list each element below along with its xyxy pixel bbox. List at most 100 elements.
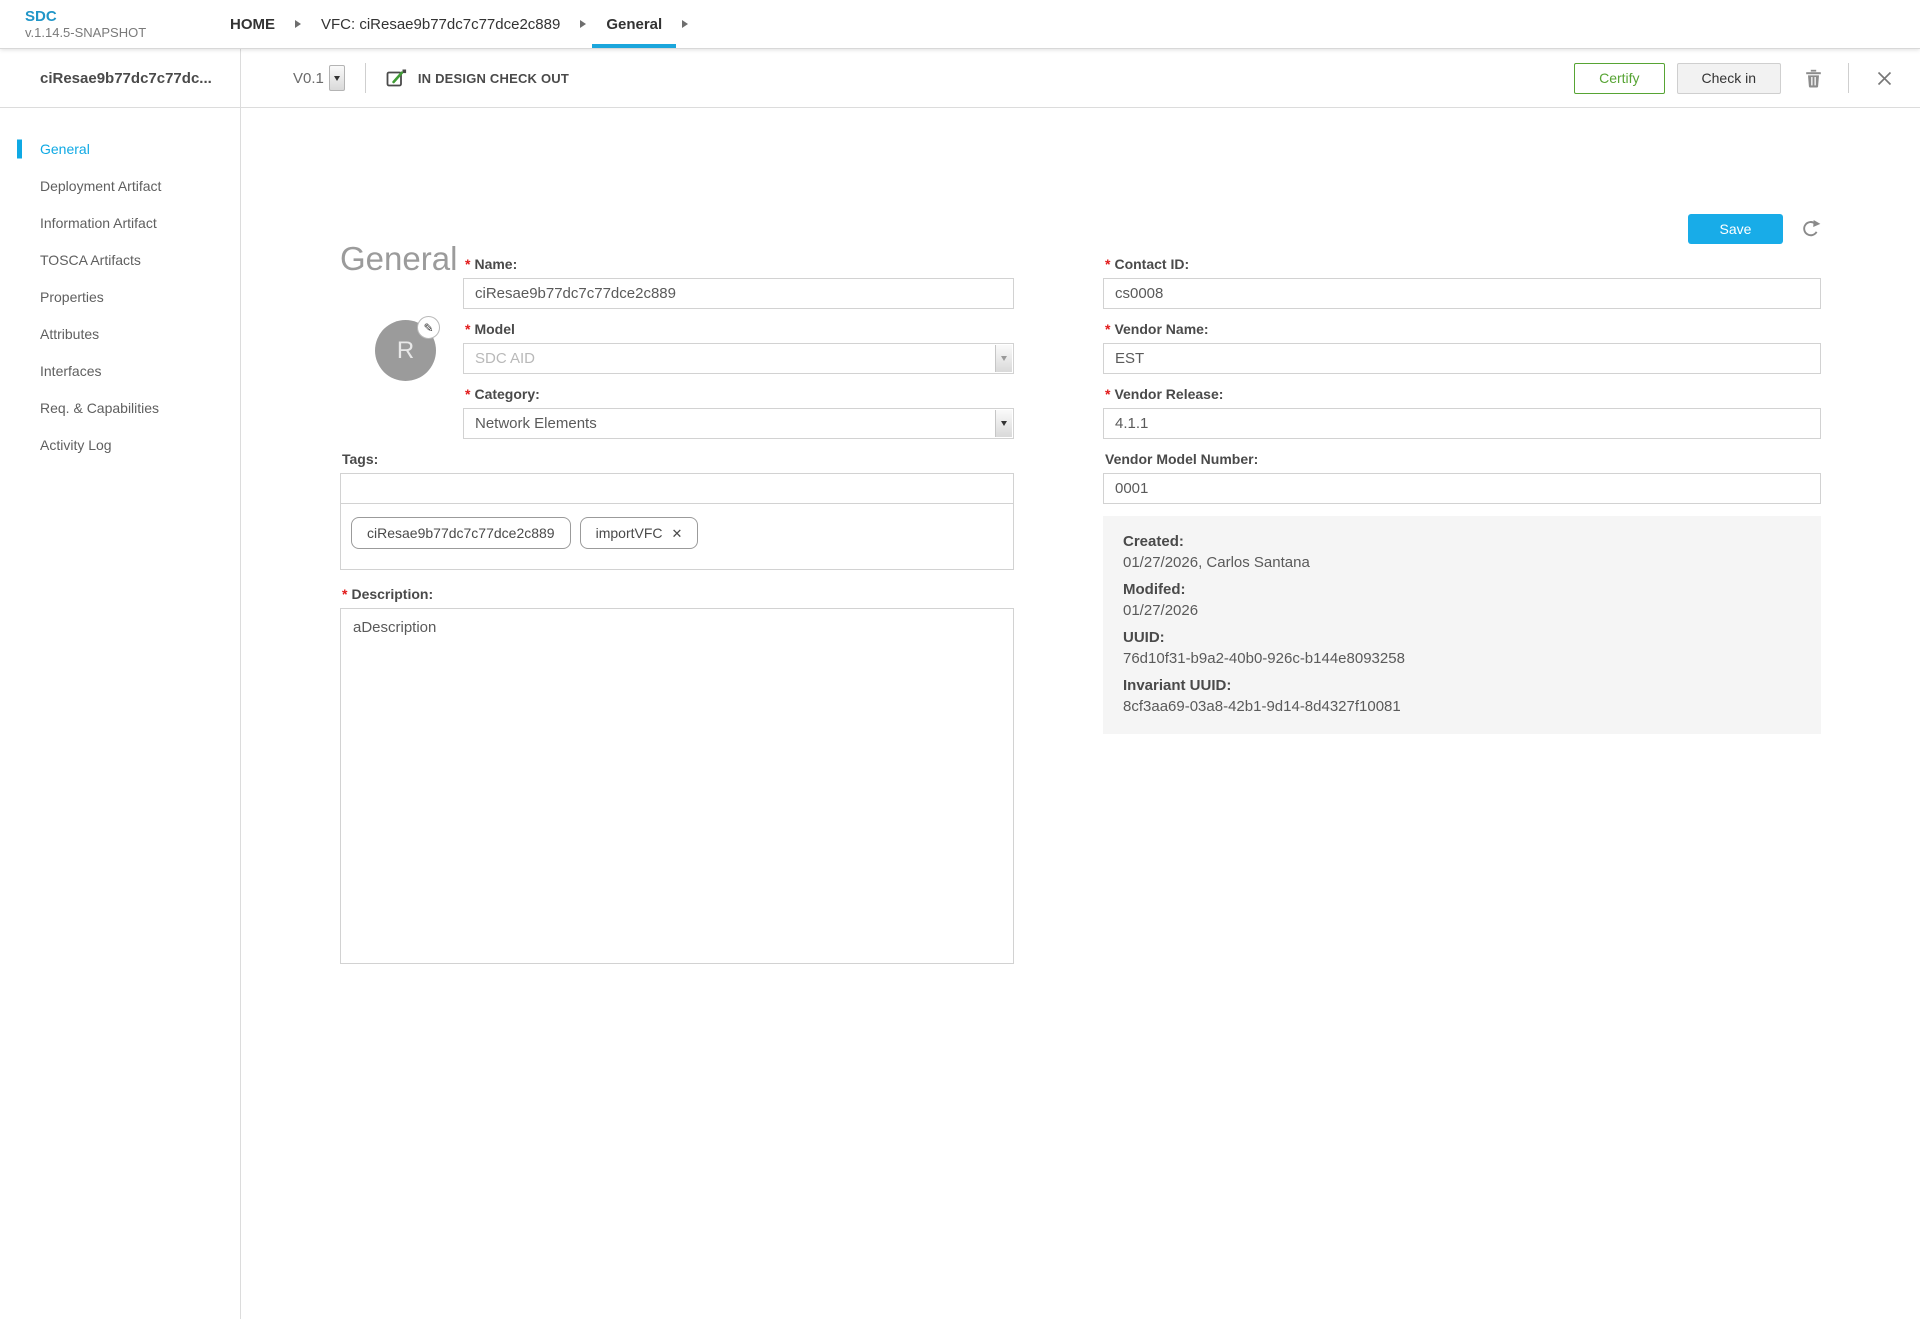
modified-value: 01/27/2026 <box>1123 600 1801 621</box>
sidebar-item-activity-log[interactable]: Activity Log <box>0 426 240 463</box>
general-content: General Save R ✎ <box>241 108 1920 1319</box>
category-field-group: *Category: Network Elements <box>463 386 1014 439</box>
close-button[interactable] <box>1871 65 1898 92</box>
description-field-group: *Description: aDescription <box>340 586 1014 969</box>
vendor-release-field-group: *Vendor Release: <box>1103 386 1821 439</box>
vendor-release-input[interactable] <box>1103 408 1821 439</box>
app-version: v.1.14.5-SNAPSHOT <box>25 25 188 40</box>
tag-chip-label: importVFC <box>596 525 663 541</box>
app-logo-text: SDC <box>25 9 188 25</box>
breadcrumb-general[interactable]: General <box>592 0 676 48</box>
save-row: Save <box>1688 214 1821 244</box>
pencil-icon: ✎ <box>423 321 433 335</box>
check-in-button[interactable]: Check in <box>1677 63 1781 94</box>
sidebar-item-req-capabilities[interactable]: Req. & Capabilities <box>0 389 240 426</box>
metadata-box: Created: 01/27/2026, Carlos Santana Modi… <box>1103 516 1821 734</box>
sidebar-item-label: Properties <box>40 289 104 305</box>
contact-id-input[interactable] <box>1103 278 1821 309</box>
select-arrow-button[interactable] <box>995 410 1012 437</box>
resource-title: ciResae9b77dc7c77dc... <box>0 49 240 108</box>
lifecycle-status-text: IN DESIGN CHECK OUT <box>418 71 569 86</box>
contact-id-label: *Contact ID: <box>1105 256 1821 273</box>
sidebar-item-label: Information Artifact <box>40 215 157 231</box>
remove-tag-icon[interactable]: ✕ <box>672 527 683 540</box>
vendor-name-input[interactable] <box>1103 343 1821 374</box>
model-label: *Model <box>465 321 1014 338</box>
required-marker: * <box>1105 321 1110 337</box>
category-select[interactable]: Network Elements <box>463 408 1014 439</box>
breadcrumb-vfc-label: VFC: ciResae9b77dc7c77dce2c889 <box>321 16 560 33</box>
vendor-name-field-group: *Vendor Name: <box>1103 321 1821 374</box>
sidebar-item-deployment-artifact[interactable]: Deployment Artifact <box>0 167 240 204</box>
name-input[interactable] <box>463 278 1014 309</box>
required-marker: * <box>465 386 470 402</box>
created-label: Created: <box>1123 531 1801 552</box>
name-label: *Name: <box>465 256 1014 273</box>
sidebar-item-general[interactable]: General <box>0 130 240 167</box>
sdc-vfc-general-page: SDC v.1.14.5-SNAPSHOT HOME VFC: ciResae9… <box>0 0 1920 1319</box>
checkout-icon <box>386 68 408 88</box>
sidebar-item-label: Interfaces <box>40 363 101 379</box>
name-field-group: *Name: <box>463 256 1014 309</box>
divider <box>365 63 366 93</box>
sidebar-item-interfaces[interactable]: Interfaces <box>0 352 240 389</box>
tag-chip[interactable]: importVFC ✕ <box>580 517 699 549</box>
form-right-column: *Contact ID: *Vendor Name: *Vendor Relea… <box>1103 256 1821 981</box>
workspace: V0.1 IN DESIGN CHECK OUT Certify Check i… <box>241 49 1920 1319</box>
uuid-label: UUID: <box>1123 627 1801 648</box>
chevron-right-icon <box>682 20 688 28</box>
resource-toolbar: V0.1 IN DESIGN CHECK OUT Certify Check i… <box>241 49 1920 108</box>
chevron-right-icon <box>580 20 586 28</box>
breadcrumb: HOME VFC: ciResae9b77dc7c77dce2c889 Gene… <box>216 0 694 48</box>
invariant-uuid-value: 8cf3aa69-03a8-42b1-9d14-8d4327f10081 <box>1123 696 1801 717</box>
sidebar-item-information-artifact[interactable]: Information Artifact <box>0 204 240 241</box>
sidebar-item-label: Req. & Capabilities <box>40 400 159 416</box>
breadcrumb-vfc[interactable]: VFC: ciResae9b77dc7c77dce2c889 <box>307 0 574 48</box>
model-select: SDC AID <box>463 343 1014 374</box>
version-dropdown[interactable] <box>329 65 345 91</box>
breadcrumb-home-label: HOME <box>230 16 275 33</box>
edit-avatar-button[interactable]: ✎ <box>417 316 440 339</box>
form-left-column: R ✎ *Name: *Model SDC AID <box>340 256 1014 981</box>
contact-id-field-group: *Contact ID: <box>1103 256 1821 309</box>
invariant-uuid-label: Invariant UUID: <box>1123 675 1801 696</box>
vendor-model-number-field-group: Vendor Model Number: <box>1103 451 1821 504</box>
app-logo[interactable]: SDC v.1.14.5-SNAPSHOT <box>25 0 188 48</box>
revert-button[interactable] <box>1800 219 1821 240</box>
sidebar-item-label: General <box>40 141 90 157</box>
vendor-model-number-input[interactable] <box>1103 473 1821 504</box>
version-label: V0.1 <box>293 70 324 87</box>
tag-chip[interactable]: ciResae9b77dc7c77dce2c889 <box>351 517 571 549</box>
tags-field-group: Tags: ciResae9b77dc7c77dce2c889 importVF… <box>340 451 1014 570</box>
category-select-value: Network Elements <box>475 415 597 432</box>
select-arrow-button <box>995 345 1012 372</box>
description-textarea[interactable]: aDescription <box>340 608 1014 964</box>
divider <box>1848 63 1849 93</box>
certify-button[interactable]: Certify <box>1574 63 1664 94</box>
vendor-name-label: *Vendor Name: <box>1105 321 1821 338</box>
refresh-icon <box>1800 219 1821 240</box>
tags-input[interactable] <box>340 473 1014 504</box>
created-value: 01/27/2026, Carlos Santana <box>1123 552 1801 573</box>
close-icon <box>1877 71 1892 86</box>
vendor-model-number-label: Vendor Model Number: <box>1105 451 1821 468</box>
uuid-value: 76d10f31-b9a2-40b0-926c-b144e8093258 <box>1123 648 1801 669</box>
general-form: R ✎ *Name: *Model SDC AID <box>241 108 1920 981</box>
breadcrumb-home[interactable]: HOME <box>216 0 289 48</box>
tags-chips-container: ciResae9b77dc7c77dce2c889 importVFC ✕ <box>340 503 1014 570</box>
sidebar-item-attributes[interactable]: Attributes <box>0 315 240 352</box>
required-marker: * <box>465 321 470 337</box>
uuid-metadata: UUID: 76d10f31-b9a2-40b0-926c-b144e80932… <box>1123 627 1801 669</box>
sidebar-item-tosca-artifacts[interactable]: TOSCA Artifacts <box>0 241 240 278</box>
required-marker: * <box>342 586 347 602</box>
sidebar-item-label: TOSCA Artifacts <box>40 252 141 268</box>
delete-button[interactable] <box>1799 63 1828 94</box>
trash-icon <box>1805 69 1822 88</box>
chevron-down-icon <box>1001 356 1007 361</box>
tags-label: Tags: <box>342 451 1014 468</box>
save-button[interactable]: Save <box>1688 214 1783 244</box>
sidebar-item-properties[interactable]: Properties <box>0 278 240 315</box>
created-metadata: Created: 01/27/2026, Carlos Santana <box>1123 531 1801 573</box>
sidebar: ciResae9b77dc7c77dc... General Deploymen… <box>0 49 241 1319</box>
required-marker: * <box>465 256 470 272</box>
